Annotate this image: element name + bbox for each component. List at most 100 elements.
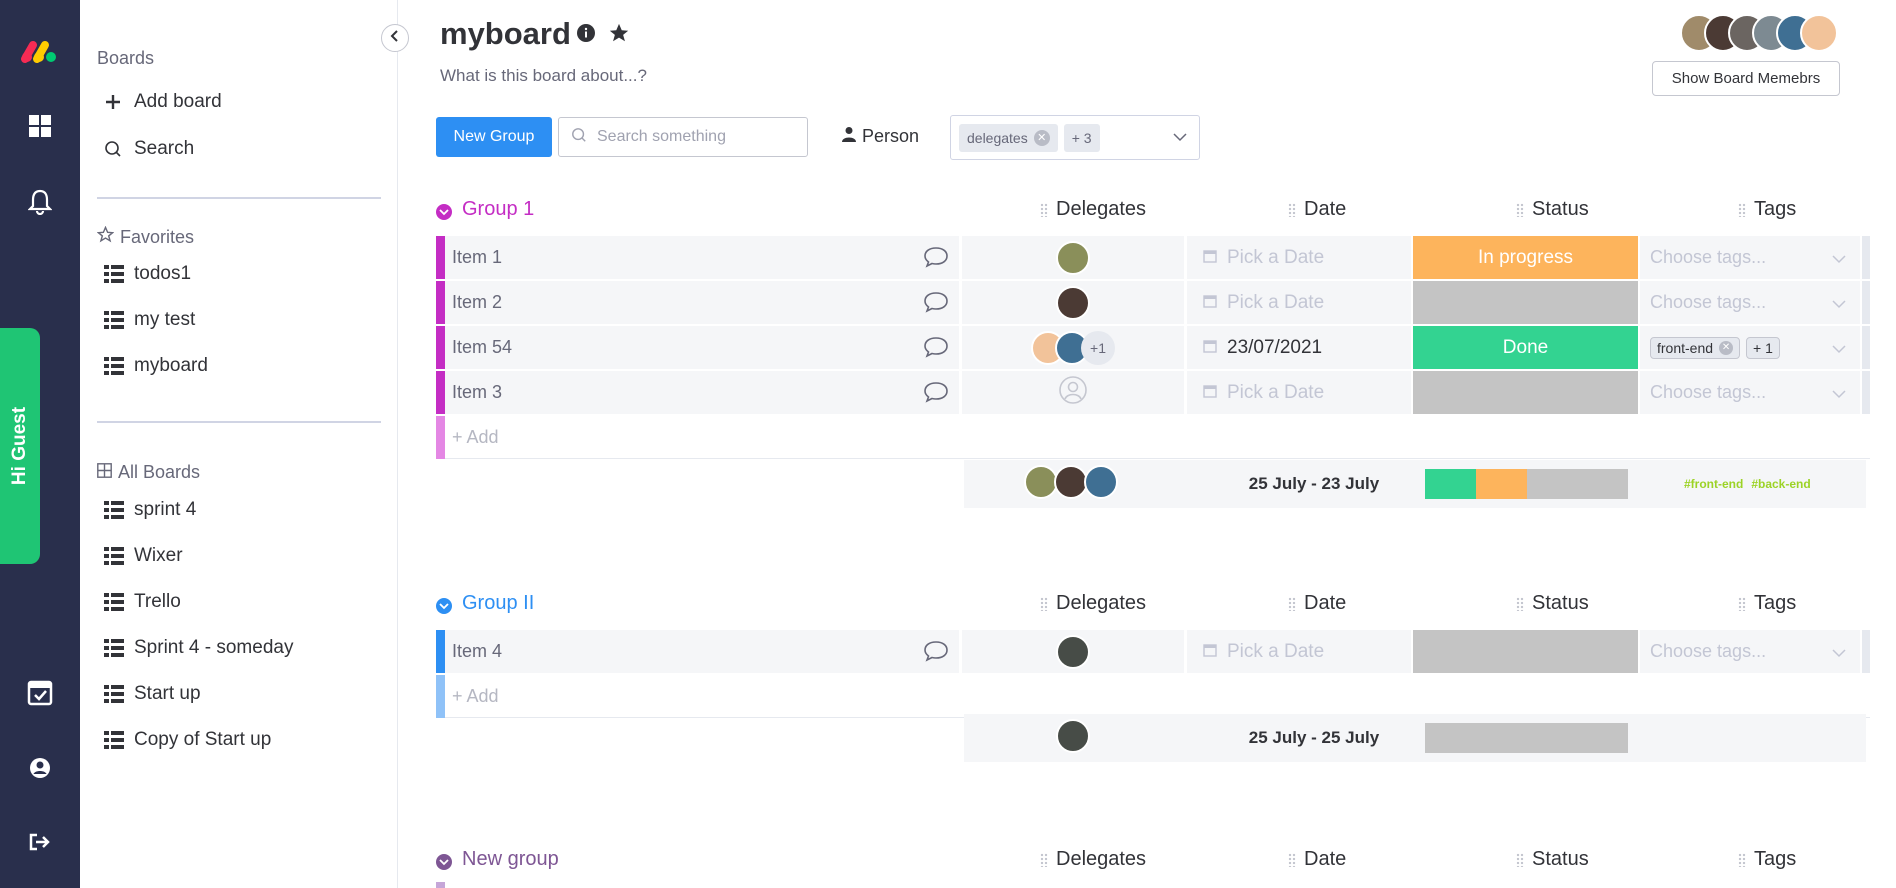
sidebar-item-todos1[interactable]: todos1 — [104, 260, 191, 288]
delegates-cell[interactable] — [962, 630, 1184, 673]
column-header-date[interactable]: Date — [1288, 848, 1346, 871]
sidebar-item-sprint-4-someday[interactable]: Sprint 4 - someday — [104, 634, 293, 662]
remove-chip-icon[interactable]: ✕ — [1033, 129, 1050, 146]
drag-handle-icon[interactable] — [1738, 596, 1746, 611]
comment-bubble-icon[interactable] — [923, 246, 949, 273]
board-title[interactable]: myboard — [440, 16, 571, 52]
chevron-down-icon[interactable] — [1832, 642, 1846, 663]
tags-cell[interactable]: Choose tags... — [1640, 371, 1860, 414]
status-cell[interactable] — [1413, 371, 1638, 414]
add-item-input[interactable]: + Add — [452, 686, 499, 707]
tags-cell[interactable]: Choose tags... — [1640, 630, 1860, 673]
monday-logo[interactable] — [0, 32, 80, 72]
sidebar-item-wixer[interactable]: Wixer — [104, 542, 183, 570]
info-icon[interactable] — [576, 23, 596, 48]
hi-guest-tab[interactable]: Hi Guest — [0, 328, 40, 564]
sidebar-item-trello[interactable]: Trello — [104, 588, 181, 616]
column-header-delegates[interactable]: Delegates — [1040, 592, 1146, 615]
add-item-input[interactable]: + Add — [452, 427, 499, 448]
delegates-cell[interactable] — [962, 236, 1184, 279]
sidebar-item-copy-of-start-up[interactable]: Copy of Start up — [104, 726, 271, 754]
column-header-date[interactable]: Date — [1288, 592, 1346, 615]
status-cell[interactable] — [1413, 281, 1638, 324]
add-item-row[interactable]: + Add — [436, 675, 1870, 718]
add-board-button[interactable]: Add board — [104, 88, 222, 116]
sidebar-item-my-test[interactable]: my test — [104, 306, 195, 334]
comment-bubble-icon[interactable] — [923, 381, 949, 408]
delegates-cell[interactable] — [962, 371, 1184, 414]
group-title[interactable]: Group 1 — [462, 198, 534, 221]
notifications-bell-icon[interactable] — [0, 182, 80, 222]
drag-handle-icon[interactable] — [1288, 852, 1296, 867]
column-header-status[interactable]: Status — [1516, 848, 1589, 871]
person-filter-button[interactable]: Person — [842, 126, 919, 147]
column-header-tags[interactable]: Tags — [1738, 198, 1796, 221]
date-cell[interactable]: Pick a Date — [1187, 281, 1411, 324]
chevron-down-icon[interactable] — [1173, 129, 1187, 147]
status-cell[interactable] — [1413, 630, 1638, 673]
chevron-down-icon[interactable] — [1832, 383, 1846, 404]
comment-bubble-icon[interactable] — [923, 640, 949, 667]
chevron-down-icon[interactable] — [1832, 248, 1846, 269]
column-header-tags[interactable]: Tags — [1738, 592, 1796, 615]
group-collapse-icon[interactable] — [436, 598, 452, 614]
group-collapse-icon[interactable] — [436, 854, 452, 870]
tags-cell[interactable]: Choose tags... — [1640, 236, 1860, 279]
delegates-cell[interactable] — [962, 281, 1184, 324]
item-name-cell[interactable]: Item 2 — [445, 281, 959, 324]
sidebar-search-button[interactable]: Search — [104, 135, 194, 163]
item-name-cell[interactable]: Item 54 — [445, 326, 959, 369]
column-header-delegates[interactable]: Delegates — [1040, 198, 1146, 221]
table-row[interactable]: Item 2 Pick a Date Choose tags... — [436, 281, 1870, 324]
table-row[interactable]: Item 3 Pick a Date Choose tags... — [436, 371, 1870, 414]
more-tags-chip[interactable]: + 1 — [1746, 336, 1780, 359]
item-name-cell[interactable]: Item 1 — [445, 236, 959, 279]
board-members-avatars[interactable] — [1680, 14, 1838, 52]
date-cell[interactable]: Pick a Date — [1187, 630, 1411, 673]
group-title[interactable]: New group — [462, 848, 559, 871]
sidebar-item-myboard[interactable]: myboard — [104, 352, 208, 380]
drag-handle-icon[interactable] — [1040, 202, 1048, 217]
drag-handle-icon[interactable] — [1040, 852, 1048, 867]
drag-handle-icon[interactable] — [1516, 596, 1524, 611]
table-row[interactable]: Item 1 Pick a Date In progress Choose ta… — [436, 236, 1870, 279]
favorite-star-icon[interactable] — [608, 22, 630, 49]
drag-handle-icon[interactable] — [1288, 596, 1296, 611]
column-filter-select[interactable]: delegates ✕ + 3 — [950, 115, 1200, 160]
column-header-status[interactable]: Status — [1516, 592, 1589, 615]
board-description[interactable]: What is this board about...? — [440, 66, 647, 86]
user-profile-icon[interactable] — [0, 748, 80, 788]
column-header-status[interactable]: Status — [1516, 198, 1589, 221]
item-name-cell[interactable]: Item 3 — [445, 371, 959, 414]
column-header-date[interactable]: Date — [1288, 198, 1346, 221]
table-row[interactable]: Item 4 Pick a Date Choose tags... — [436, 630, 1870, 673]
date-cell[interactable]: 23/07/2021 — [1187, 326, 1411, 369]
column-header-tags[interactable]: Tags — [1738, 848, 1796, 871]
drag-handle-icon[interactable] — [1516, 202, 1524, 217]
logout-icon[interactable] — [0, 822, 80, 862]
item-name-cell[interactable]: Item 4 — [445, 630, 959, 673]
new-group-button[interactable]: New Group — [436, 117, 552, 157]
add-item-row[interactable]: + Add — [436, 416, 1870, 459]
sidebar-item-sprint-4[interactable]: sprint 4 — [104, 496, 196, 524]
workspace-grid-icon[interactable] — [0, 106, 80, 146]
date-cell[interactable]: Pick a Date — [1187, 371, 1411, 414]
drag-handle-icon[interactable] — [1738, 202, 1746, 217]
drag-handle-icon[interactable] — [1040, 596, 1048, 611]
table-row[interactable]: Item 54 +1 23/07/2021 Done front-end ✕ +… — [436, 326, 1870, 369]
status-cell[interactable]: Done — [1413, 326, 1638, 369]
drag-handle-icon[interactable] — [1288, 202, 1296, 217]
chevron-down-icon[interactable] — [1832, 338, 1846, 359]
column-header-delegates[interactable]: Delegates — [1040, 848, 1146, 871]
status-cell[interactable]: In progress — [1413, 236, 1638, 279]
group-title[interactable]: Group II — [462, 592, 534, 615]
sidebar-item-start-up[interactable]: Start up — [104, 680, 201, 708]
calendar-check-icon[interactable] — [0, 672, 80, 712]
show-board-members-button[interactable]: Show Board Memebrs — [1652, 61, 1840, 96]
tags-cell[interactable]: front-end ✕ + 1 — [1640, 326, 1860, 369]
comment-bubble-icon[interactable] — [923, 291, 949, 318]
chevron-down-icon[interactable] — [1832, 293, 1846, 314]
remove-tag-icon[interactable]: ✕ — [1719, 340, 1734, 355]
more-delegates-badge[interactable]: +1 — [1081, 330, 1115, 365]
search-input[interactable]: Search something — [558, 117, 808, 157]
